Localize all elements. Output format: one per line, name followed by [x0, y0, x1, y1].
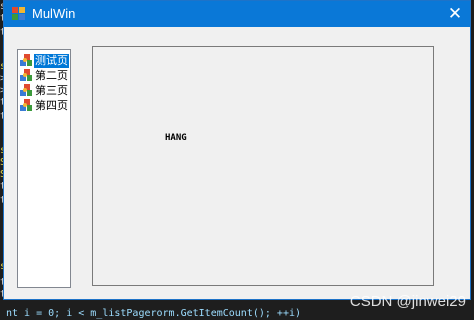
page-list[interactable]: 测试页 第二页第三页第四页	[17, 49, 71, 288]
list-item-label: 第三页	[35, 84, 68, 97]
page-icon	[20, 84, 32, 96]
list-item-label: 测试页	[34, 54, 69, 68]
close-icon: ✕	[447, 4, 463, 24]
page-icon	[20, 54, 32, 66]
list-item-label: 第四页	[35, 99, 68, 112]
page-content-panel: HANG	[92, 46, 434, 286]
window-title: MulWin	[32, 6, 76, 21]
application-icon	[12, 7, 25, 20]
page-icon	[20, 99, 32, 111]
background-code-line: nt i = 0; i < m_listPagerorm.GetItemCoun…	[6, 308, 302, 319]
title-bar[interactable]: MulWin ✕	[4, 1, 470, 27]
list-item-page[interactable]: 第三页	[20, 84, 70, 98]
list-item-page[interactable]: 测试页	[20, 54, 70, 68]
content-label: HANG	[165, 133, 187, 143]
watermark: CSDN @jinwei29	[349, 293, 466, 310]
mulwin-window: MulWin ✕ 测试页 第二页第三页第四页 HANG	[3, 0, 471, 300]
list-item-page[interactable]: 第二页	[20, 69, 70, 83]
list-item-page[interactable]: 第四页	[20, 99, 70, 113]
close-button[interactable]: ✕	[440, 1, 470, 27]
page-icon	[20, 69, 32, 81]
list-item-label: 第二页	[35, 69, 68, 82]
